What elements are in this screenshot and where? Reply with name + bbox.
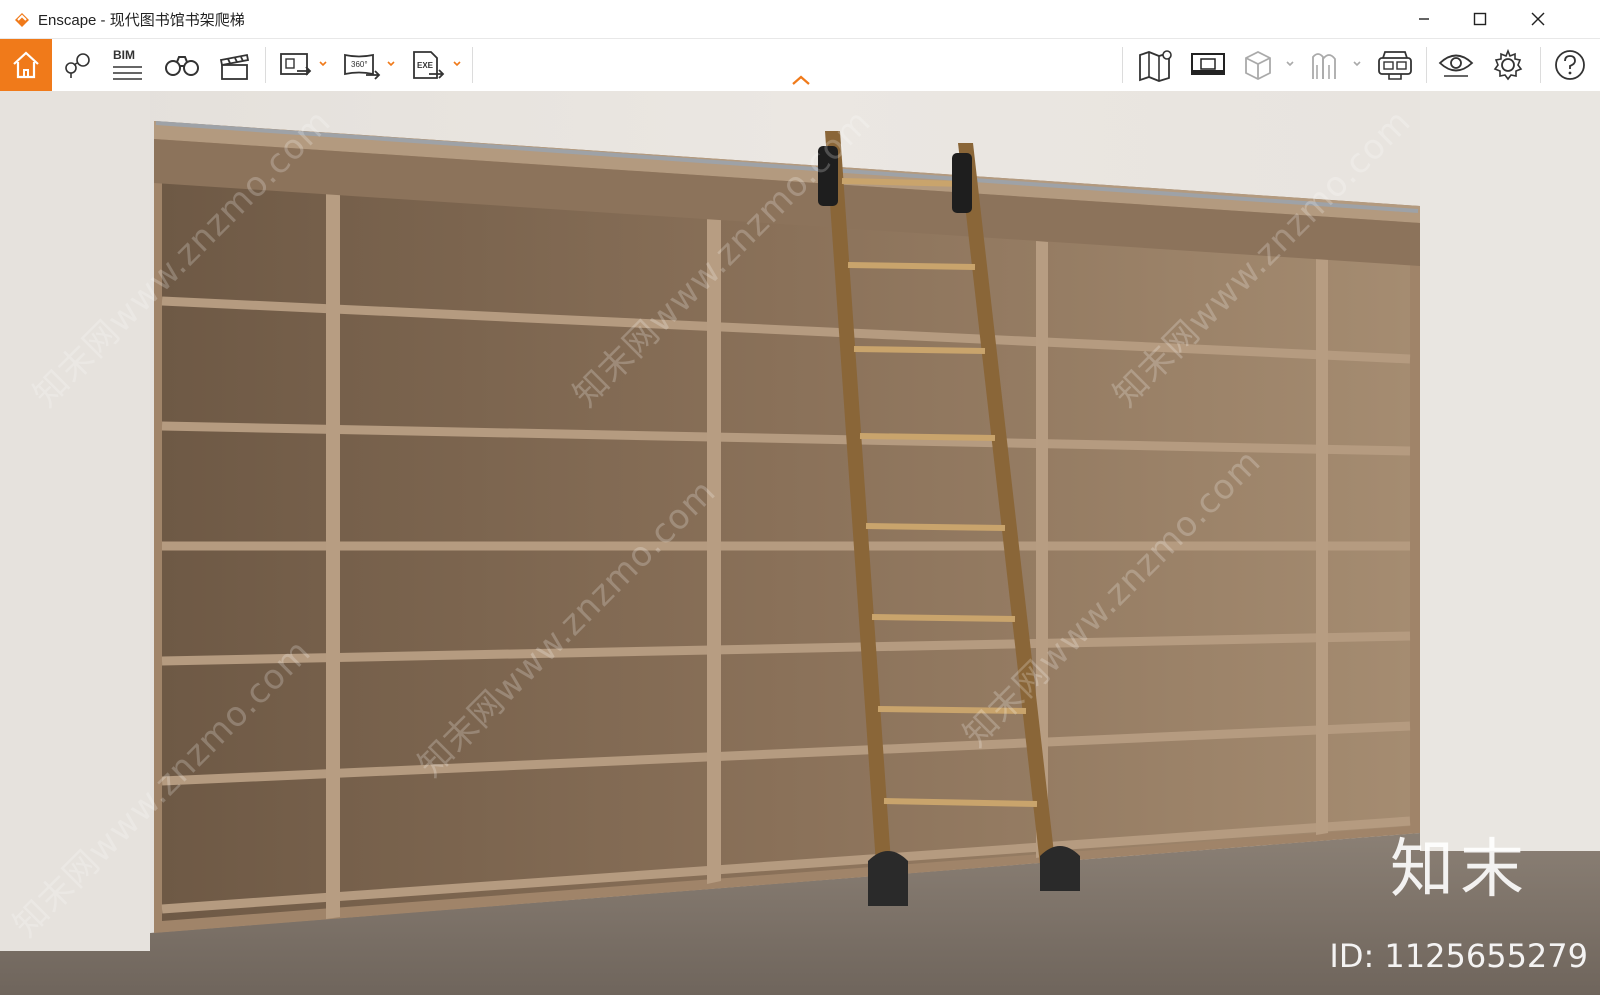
close-icon xyxy=(1531,12,1545,26)
home-icon xyxy=(13,51,39,79)
minimize-button[interactable] xyxy=(1396,0,1452,38)
help-button[interactable] xyxy=(1548,41,1592,89)
exe-export-icon: EXE xyxy=(413,51,445,79)
batch-render-button[interactable] xyxy=(1186,41,1230,89)
close-button[interactable] xyxy=(1510,0,1566,38)
screenshot-button[interactable] xyxy=(276,41,316,89)
batch-render-icon xyxy=(1191,53,1225,75)
video-editor-button[interactable] xyxy=(212,41,256,89)
home-button[interactable] xyxy=(0,39,52,91)
cube-button[interactable] xyxy=(1236,41,1280,89)
vr-headset-icon xyxy=(1378,51,1412,80)
toolbar-separator xyxy=(1540,47,1541,83)
binoculars-icon xyxy=(165,56,199,76)
bim-label: BIM xyxy=(113,48,135,62)
chevron-down-icon[interactable] xyxy=(318,57,328,69)
exe-export-button[interactable]: EXE xyxy=(406,41,450,89)
bim-icon: BIM xyxy=(113,48,142,80)
title-bar: Enscape - 现代图书馆书架爬梯 xyxy=(0,0,1600,39)
image-id: ID: 1125655279 xyxy=(1329,937,1588,975)
views-button[interactable] xyxy=(58,41,98,89)
cube-icon xyxy=(1245,50,1271,81)
material-editor-button[interactable] xyxy=(1304,41,1348,89)
maximize-icon xyxy=(1473,12,1487,26)
panorama-icon: 360° xyxy=(344,53,381,80)
chevron-up-icon[interactable] xyxy=(790,73,812,87)
chevron-down-icon[interactable] xyxy=(1285,57,1295,69)
vr-headset-button[interactable] xyxy=(1372,41,1418,89)
toolbar-separator xyxy=(1122,47,1123,83)
help-icon xyxy=(1555,50,1585,80)
map-pin-icon xyxy=(65,53,90,78)
image-export-icon xyxy=(280,53,312,76)
visual-settings-button[interactable] xyxy=(1434,41,1478,89)
map-icon xyxy=(1139,50,1172,82)
brand-logo: 知末 xyxy=(1390,833,1530,907)
enscape-logo-icon xyxy=(15,13,29,27)
panorama-button[interactable]: 360° xyxy=(340,41,384,89)
toolbar-separator xyxy=(472,47,473,83)
material-icon xyxy=(1312,53,1336,79)
map-button[interactable] xyxy=(1134,41,1178,89)
enscape-toolbar: BIM 360° EXE xyxy=(0,39,1600,91)
bim-button[interactable]: BIM xyxy=(106,41,148,89)
exe-label: EXE xyxy=(417,61,434,70)
toolbar-separator xyxy=(1426,47,1427,83)
chevron-down-icon[interactable] xyxy=(386,57,396,69)
chevron-down-icon[interactable] xyxy=(452,57,462,69)
eye-icon xyxy=(1438,54,1474,77)
general-settings-button[interactable] xyxy=(1486,41,1530,89)
asset-library-button[interactable] xyxy=(160,41,204,89)
minimize-icon xyxy=(1419,18,1429,20)
panorama-label: 360° xyxy=(351,60,368,69)
toolbar-separator xyxy=(265,47,266,83)
maximize-button[interactable] xyxy=(1452,0,1508,38)
clapperboard-icon xyxy=(219,53,250,80)
chevron-down-icon[interactable] xyxy=(1352,57,1362,69)
window-title: Enscape - 现代图书馆书架爬梯 xyxy=(38,12,245,29)
render-viewport[interactable]: 知末网www.znzmo.com 知末网www.znzmo.com 知末网www… xyxy=(0,91,1600,995)
gear-icon xyxy=(1493,48,1523,81)
